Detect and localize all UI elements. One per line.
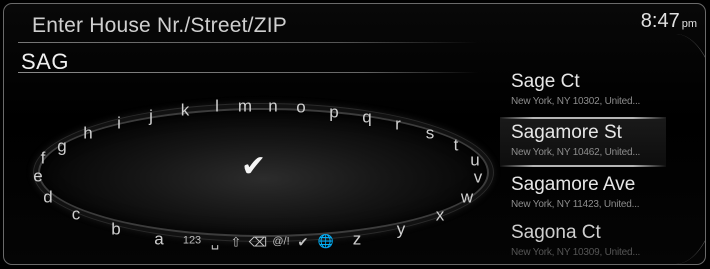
key-s[interactable]: s [426,125,435,142]
key-d[interactable]: d [43,189,52,206]
key-r[interactable]: r [395,116,401,133]
key-i[interactable]: i [117,115,121,132]
result-name: Sagona Ct [511,222,601,243]
key-123[interactable]: 123 [183,235,201,247]
result-item-selected[interactable]: Sagamore St New York, NY 10462, United..… [500,117,666,167]
key-k[interactable]: k [181,102,190,119]
selection-bar-top [500,117,666,119]
clock-time: 8:47 [640,10,680,32]
search-underline [18,72,478,73]
result-address: New York, NY 10462, United... [511,147,641,158]
enter-checkmark-icon[interactable]: ✔ [298,236,309,249]
result-name: Sagamore Ave [511,174,636,195]
key-j[interactable]: j [149,108,153,125]
result-address: New York, NY 10309, United... [511,247,641,258]
confirm-checkmark-icon[interactable]: ✔ [241,152,266,182]
result-name: Sage Ct [511,71,580,92]
result-item[interactable]: Sagamore Ave New York, NY 11423, United.… [500,169,666,219]
key-m[interactable]: m [238,98,252,115]
key-v[interactable]: v [474,169,483,186]
result-address: New York, NY 11423, United... [511,199,640,210]
globe-icon[interactable]: 🌐 [318,235,334,248]
key-z[interactable]: z [353,231,362,248]
result-item[interactable]: Sage Ct New York, NY 10302, United... [500,66,666,116]
key-x[interactable]: x [436,207,445,224]
key-symbols[interactable]: @/! [272,236,289,248]
key-q[interactable]: q [362,109,371,126]
key-o[interactable]: o [296,99,305,116]
clock-ampm: pm [681,18,697,30]
key-h[interactable]: h [83,125,92,142]
key-w[interactable]: w [461,189,473,206]
title-divider [18,42,478,43]
key-t[interactable]: t [454,137,459,154]
key-e[interactable]: e [33,168,42,185]
result-item[interactable]: Sagona Ct New York, NY 10309, United... [500,217,666,267]
clock: 8:47 pm [641,10,697,33]
key-g[interactable]: g [57,138,66,155]
space-icon[interactable]: ␣ [211,236,219,249]
key-b[interactable]: b [111,221,120,238]
key-f[interactable]: f [41,150,46,167]
key-y[interactable]: y [397,221,406,238]
key-a[interactable]: a [154,231,163,248]
key-c[interactable]: c [72,206,81,223]
shift-icon[interactable]: ⇧ [231,236,242,249]
backspace-icon[interactable]: ⌫ [249,236,267,249]
result-name: Sagamore St [511,122,622,143]
key-u[interactable]: u [470,152,479,169]
key-p[interactable]: p [329,104,338,121]
result-address: New York, NY 10302, United... [511,96,641,107]
page-title: Enter House Nr./Street/ZIP [32,14,287,37]
key-n[interactable]: n [268,98,277,115]
selection-bar-bottom [500,165,666,167]
key-l[interactable]: l [215,98,219,115]
